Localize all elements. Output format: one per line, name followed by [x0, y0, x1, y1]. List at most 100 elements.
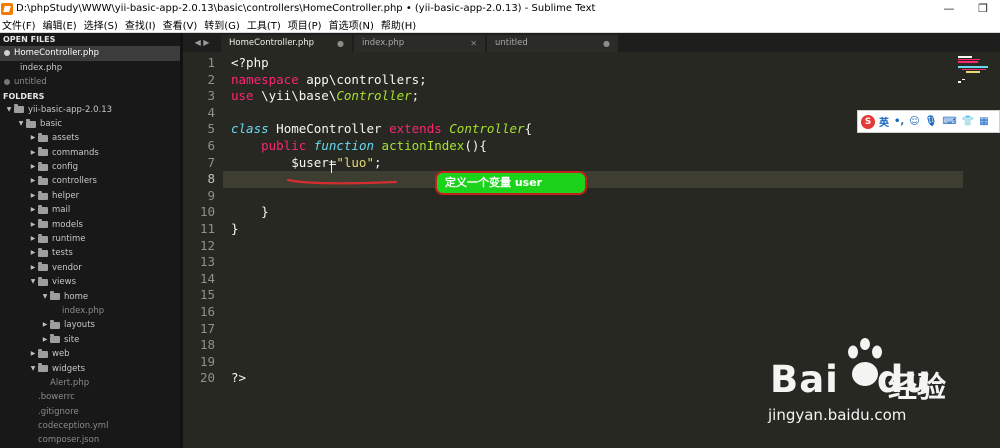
open-file-item[interactable]: HomeController.php: [0, 46, 182, 61]
menu-edit[interactable]: 编辑(E): [41, 17, 82, 32]
menu-view[interactable]: 查看(V): [161, 17, 203, 32]
chevron-down-icon[interactable]: ▼: [40, 290, 50, 304]
menu-selection[interactable]: 选择(S): [82, 17, 123, 32]
tree-folder-item[interactable]: ▶ helper: [0, 189, 182, 203]
editor-tab[interactable]: index.php ✕: [354, 35, 485, 52]
code-token: Controller: [336, 88, 412, 104]
tree-folder-item[interactable]: ▶ mail: [0, 203, 182, 217]
menu-preferences[interactable]: 首选项(N): [327, 17, 379, 32]
skin-icon[interactable]: 👕: [962, 116, 974, 127]
tree-file-item[interactable]: composer.json: [0, 433, 182, 447]
tree-folder-item[interactable]: ▶ runtime: [0, 232, 182, 246]
code-line[interactable]: public function actionIndex(){: [231, 138, 487, 155]
watermark-url: jingyan.baidu.com: [768, 406, 907, 424]
editor-tab[interactable]: HomeController.php ●: [221, 35, 352, 52]
chevron-right-icon[interactable]: ▶: [28, 246, 38, 260]
code-token: ;: [411, 88, 420, 104]
ime-language-toggle[interactable]: 英: [879, 114, 889, 129]
chevron-right-icon[interactable]: ▶: [28, 189, 38, 203]
tree-folder-item[interactable]: ▶ web: [0, 347, 182, 361]
tree-file-item[interactable]: index.php: [0, 304, 182, 318]
code-token: actionIndex: [381, 138, 465, 153]
open-file-label: untitled: [14, 77, 47, 87]
menu-tools[interactable]: 工具(T): [245, 17, 286, 32]
chevron-down-icon[interactable]: ▼: [28, 362, 38, 376]
code-line[interactable]: class HomeController extends Controller{: [231, 121, 532, 138]
code-token: <?php: [231, 55, 269, 70]
menu-find[interactable]: 查找(I): [123, 17, 161, 32]
code-line[interactable]: use \yii\base\Controller;: [231, 88, 419, 105]
punct-icon[interactable]: •,: [894, 116, 904, 127]
editor-tab[interactable]: untitled ●: [487, 35, 618, 52]
chevron-right-icon[interactable]: ▶: [40, 318, 50, 332]
code-line[interactable]: <?php: [231, 55, 269, 72]
chevron-down-icon[interactable]: ▼: [16, 117, 26, 131]
tree-folder-item[interactable]: ▶ vendor: [0, 261, 182, 275]
open-file-item[interactable]: index.php: [0, 61, 182, 76]
tree-folder-item[interactable]: ▶ config: [0, 160, 182, 174]
chevron-right-icon[interactable]: ▶: [28, 347, 38, 361]
minimap-line: [958, 58, 980, 60]
minimize-button[interactable]: —: [932, 2, 966, 15]
tree-file-item[interactable]: .bowerrc: [0, 390, 182, 404]
close-icon[interactable]: ✕: [470, 35, 477, 52]
menu-project[interactable]: 项目(P): [286, 17, 327, 32]
chevron-right-icon[interactable]: ▶: [28, 160, 38, 174]
line-number: 18: [199, 337, 215, 353]
tree-folder-item[interactable]: ▼ yii-basic-app-2.0.13: [0, 103, 182, 117]
menu-help[interactable]: 帮助(H): [379, 17, 421, 32]
code-line[interactable]: }: [231, 204, 269, 221]
sogou-logo-icon[interactable]: S: [861, 114, 875, 129]
tree-folder-item[interactable]: ▼ home: [0, 290, 182, 304]
tree-folder-item[interactable]: ▶ layouts: [0, 318, 182, 332]
tree-file-item[interactable]: Alert.php: [0, 376, 182, 390]
tree-item-label: commands: [52, 147, 99, 158]
code-line[interactable]: }: [231, 221, 239, 238]
tree-folder-item[interactable]: ▼ widgets: [0, 362, 182, 376]
unsaved-dot-icon[interactable]: ●: [603, 35, 610, 52]
chevron-right-icon[interactable]: ▶: [28, 131, 38, 145]
tree-item-label: vendor: [52, 262, 82, 273]
toolbox-icon[interactable]: ▦: [979, 116, 988, 127]
menu-file[interactable]: 文件(F): [0, 17, 41, 32]
tree-folder-item[interactable]: ▶ site: [0, 333, 182, 347]
tree-folder-item[interactable]: ▼ basic: [0, 117, 182, 131]
line-number: 12: [199, 237, 215, 253]
chevron-right-icon[interactable]: ▶: [28, 261, 38, 275]
chevron-right-icon[interactable]: ▶: [28, 218, 38, 232]
tree-folder-item[interactable]: ▼ views: [0, 275, 182, 289]
tree-folder-item[interactable]: ▶ models: [0, 218, 182, 232]
tree-file-item[interactable]: codeception.yml: [0, 419, 182, 433]
chevron-down-icon[interactable]: ▼: [28, 275, 38, 289]
tree-folder-item[interactable]: ▶ commands: [0, 146, 182, 160]
tree-item-label: views: [52, 277, 77, 288]
tab-bar: ◀ ▶ HomeController.php ● index.php ✕ untitle…: [183, 33, 1000, 52]
code-line[interactable]: $user="luo";: [231, 155, 381, 172]
code-line[interactable]: namespace app\controllers;: [231, 72, 427, 89]
code-token: namespace: [231, 71, 299, 87]
open-file-item[interactable]: untitled: [0, 75, 182, 90]
chevron-down-icon[interactable]: ▼: [4, 103, 14, 117]
tree-folder-item[interactable]: ▶ assets: [0, 131, 182, 145]
chevron-right-icon[interactable]: ▶: [28, 146, 38, 160]
menu-goto[interactable]: 转到(G): [202, 17, 245, 32]
restore-button[interactable]: ❐: [966, 2, 1000, 15]
keyboard-icon[interactable]: ⌨: [942, 116, 956, 127]
chevron-right-icon[interactable]: ▶: [28, 174, 38, 188]
tab-nav-arrows[interactable]: ◀ ▶: [183, 33, 221, 52]
unsaved-dot-icon[interactable]: ●: [337, 35, 344, 52]
folder-icon: [38, 348, 48, 358]
code-line[interactable]: ?>: [231, 370, 246, 387]
chevron-right-icon[interactable]: ▶: [28, 232, 38, 246]
tree-file-item[interactable]: .gitignore: [0, 405, 182, 419]
line-number: 7: [207, 154, 215, 170]
mic-icon[interactable]: 🎙: [925, 116, 938, 127]
minimap[interactable]: [952, 52, 1000, 112]
annotation-callout: 定义一个变量 user: [435, 171, 587, 195]
tree-folder-item[interactable]: ▶ controllers: [0, 174, 182, 188]
emoji-icon[interactable]: ☺: [909, 116, 919, 127]
tree-folder-item[interactable]: ▶ tests: [0, 246, 182, 260]
ime-toolbar[interactable]: S 英 •, ☺ 🎙 ⌨ 👕 ▦: [857, 110, 1000, 133]
chevron-right-icon[interactable]: ▶: [40, 333, 50, 347]
chevron-right-icon[interactable]: ▶: [28, 203, 38, 217]
